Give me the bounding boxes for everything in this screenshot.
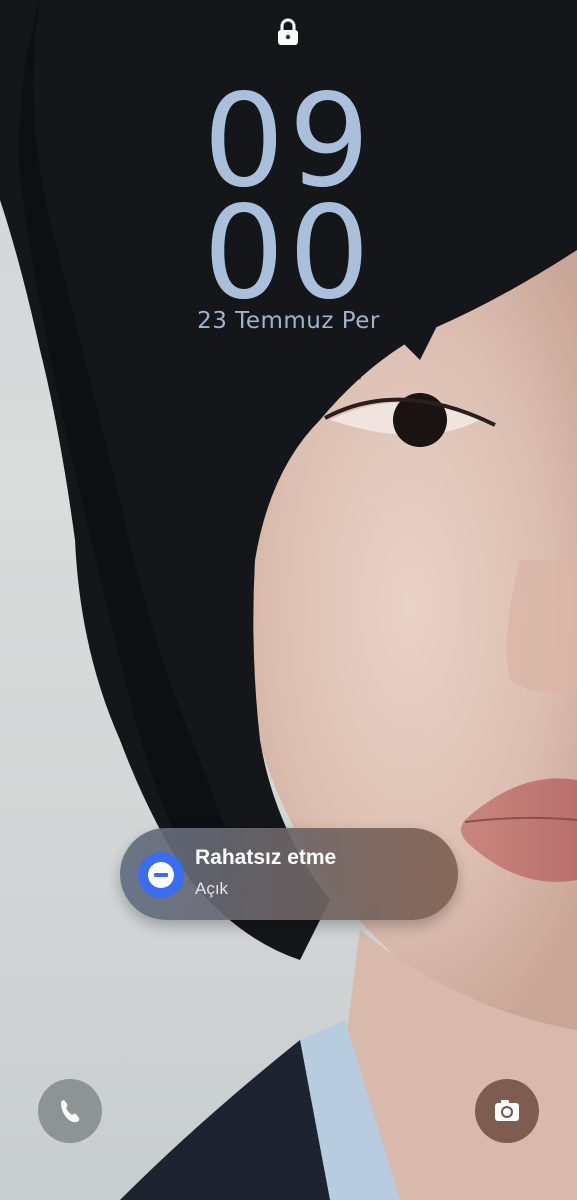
notification-title: Rahatsız etme — [195, 846, 337, 869]
notification-status: Açık — [195, 879, 229, 898]
camera-shortcut-button[interactable] — [475, 1079, 539, 1143]
phone-shortcut-button[interactable] — [38, 1079, 102, 1143]
lock-icon — [276, 18, 300, 46]
do-not-disturb-notification[interactable]: Rahatsız etme Açık — [120, 828, 458, 920]
camera-icon — [495, 1100, 519, 1121]
do-not-disturb-icon — [138, 852, 184, 898]
phone-icon — [61, 1100, 80, 1123]
lock-screen-date: 23 Temmuz Per — [197, 308, 380, 334]
clock-minutes: 00 — [203, 179, 374, 328]
